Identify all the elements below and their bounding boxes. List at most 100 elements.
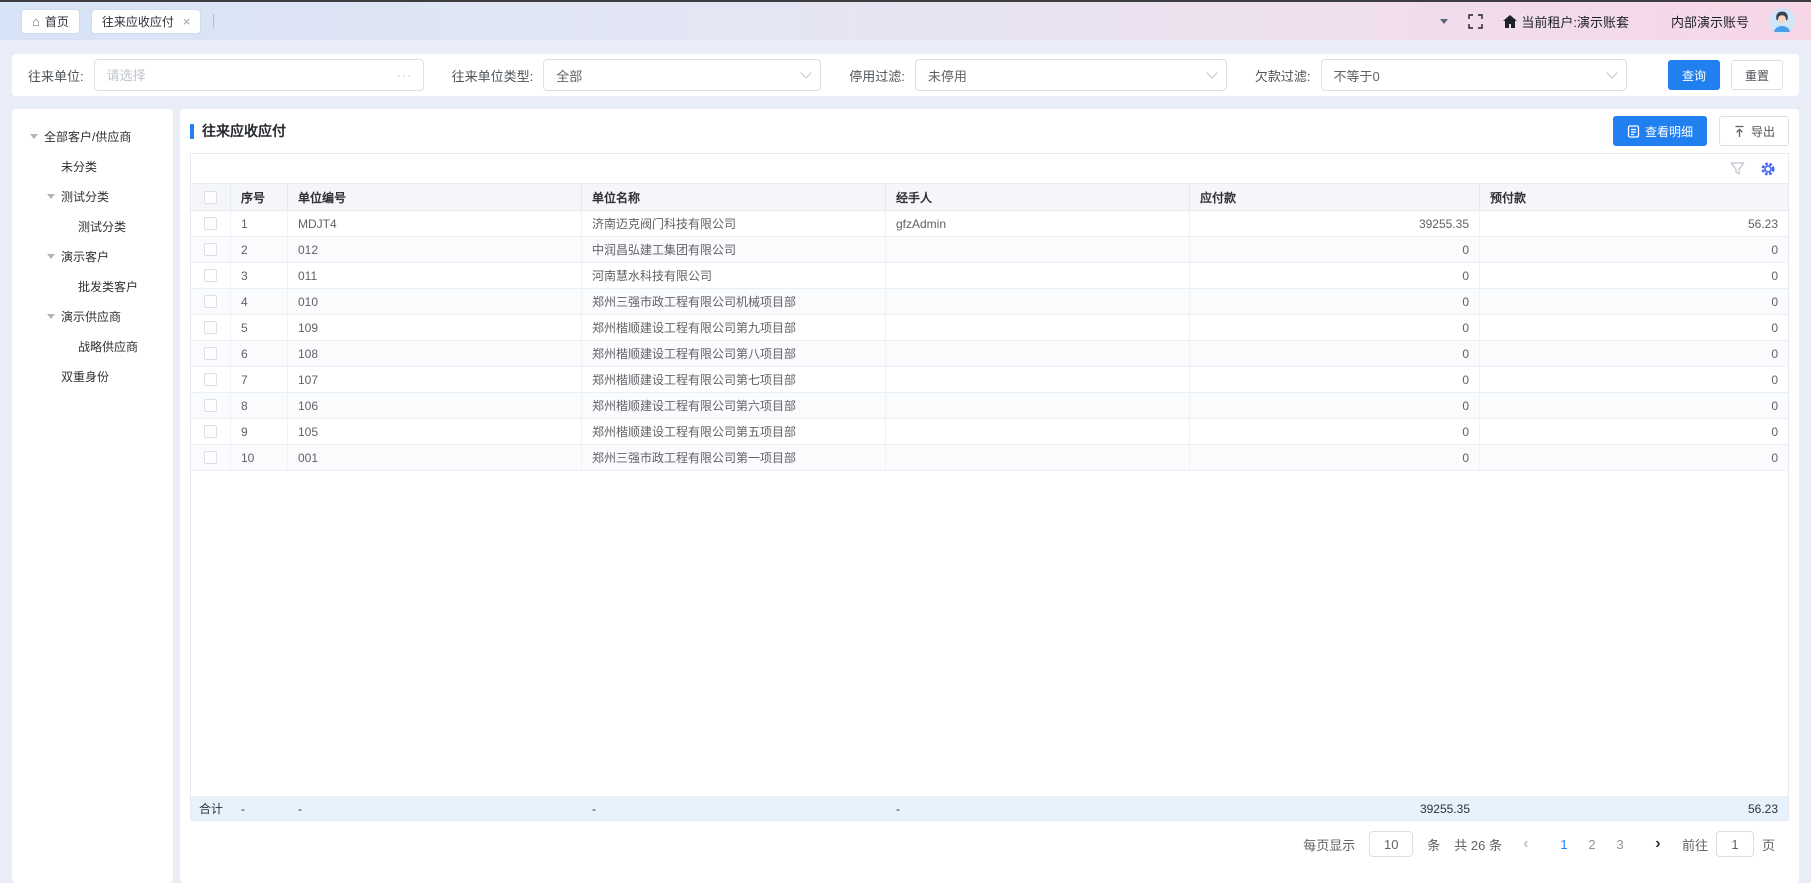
caret-down-icon[interactable] (30, 134, 38, 139)
per-page-input[interactable] (1369, 831, 1413, 857)
row-checkbox[interactable] (204, 347, 217, 360)
gear-icon[interactable] (1760, 161, 1776, 177)
table-row[interactable]: 6 108 郑州楷顺建设工程有限公司第八项目部 0 0 (191, 341, 1788, 367)
tree-item-label: 未分类 (61, 158, 97, 175)
row-code: MDJT4 (288, 211, 582, 236)
chevron-down-icon[interactable] (1440, 19, 1448, 24)
table-row[interactable]: 10 001 郑州三强市政工程有限公司第一项目部 0 0 (191, 445, 1788, 471)
caret-down-icon[interactable] (47, 254, 55, 259)
summary-row: 合计 - - - - 39255.35 56.23 (191, 796, 1788, 820)
row-name: 济南迈克阀门科技有限公司 (582, 211, 886, 236)
row-checkbox-cell (191, 445, 231, 470)
row-prepaid: 56.23 (1480, 211, 1788, 236)
current-tenant[interactable]: 当前租户:演示账套 (1503, 12, 1629, 31)
sidebar-tree-item[interactable]: 批发类客户 (12, 271, 173, 301)
row-prepaid: 0 (1480, 237, 1788, 262)
sidebar-tree-item[interactable]: 未分类 (12, 151, 173, 181)
row-checkbox-cell (191, 289, 231, 314)
table-row[interactable]: 4 010 郑州三强市政工程有限公司机械项目部 0 0 (191, 289, 1788, 315)
tab-current-receivable-payable[interactable]: 往来应收应付 × (92, 10, 201, 33)
summary-payable: 39255.35 (1190, 797, 1480, 820)
header-prepaid[interactable]: 预付款 (1480, 184, 1788, 210)
row-checkbox[interactable] (204, 373, 217, 386)
debt-filter-select[interactable]: 不等于0 (1321, 59, 1627, 91)
unit-select-input[interactable]: ··· (94, 59, 424, 91)
next-page-icon[interactable]: › (1648, 835, 1668, 853)
debt-filter-value: 不等于0 (1334, 66, 1380, 85)
disabled-filter-select[interactable]: 未停用 (915, 59, 1227, 91)
ellipsis-icon[interactable]: ··· (397, 68, 413, 83)
header-no[interactable]: 序号 (231, 184, 288, 210)
row-code: 105 (288, 419, 582, 444)
content-area: 往来单位: ··· 往来单位类型: 全部 停用过滤: 未停用 欠款过滤: 不等于… (0, 40, 1811, 883)
table-row[interactable]: 1 MDJT4 济南迈克阀门科技有限公司 gfzAdmin 39255.35 5… (191, 211, 1788, 237)
reset-button[interactable]: 重置 (1731, 60, 1783, 90)
tree-item-label: 演示供应商 (61, 308, 121, 325)
row-prepaid: 0 (1480, 367, 1788, 392)
header-handler[interactable]: 经手人 (886, 184, 1190, 210)
chevron-down-icon (1206, 67, 1217, 78)
caret-down-icon[interactable] (47, 314, 55, 319)
header-code[interactable]: 单位编号 (288, 184, 582, 210)
table-row[interactable]: 7 107 郑州楷顺建设工程有限公司第七项目部 0 0 (191, 367, 1788, 393)
table-row[interactable]: 9 105 郑州楷顺建设工程有限公司第五项目部 0 0 (191, 419, 1788, 445)
row-checkbox[interactable] (204, 451, 217, 464)
export-button[interactable]: 导出 (1719, 116, 1789, 146)
table-row[interactable]: 8 106 郑州楷顺建设工程有限公司第六项目部 0 0 (191, 393, 1788, 419)
page-number-1[interactable]: 1 (1550, 837, 1578, 852)
table-body: 1 MDJT4 济南迈克阀门科技有限公司 gfzAdmin 39255.35 5… (191, 211, 1788, 471)
view-detail-button[interactable]: 查看明细 (1613, 116, 1707, 146)
tab-home[interactable]: ⌂ 首页 (22, 10, 79, 33)
page-number-3[interactable]: 3 (1606, 837, 1634, 852)
sidebar-tree-item[interactable]: 演示供应商 (12, 301, 173, 331)
row-name: 郑州楷顺建设工程有限公司第七项目部 (582, 367, 886, 392)
avatar[interactable] (1769, 8, 1795, 34)
row-checkbox[interactable] (204, 425, 217, 438)
unit-type-select[interactable]: 全部 (543, 59, 821, 91)
row-prepaid: 0 (1480, 289, 1788, 314)
table-row[interactable]: 5 109 郑州楷顺建设工程有限公司第九项目部 0 0 (191, 315, 1788, 341)
row-checkbox[interactable] (204, 217, 217, 230)
row-handler (886, 263, 1190, 288)
row-payable: 0 (1190, 237, 1480, 262)
select-all-checkbox[interactable] (204, 191, 217, 204)
summary-no: - (231, 797, 288, 820)
row-checkbox[interactable] (204, 243, 217, 256)
header-name[interactable]: 单位名称 (582, 184, 886, 210)
caret-down-icon[interactable] (47, 194, 55, 199)
row-checkbox[interactable] (204, 321, 217, 334)
prev-page-icon[interactable]: ‹ (1516, 835, 1536, 853)
close-icon[interactable]: × (183, 14, 191, 29)
row-no: 2 (231, 237, 288, 262)
unit-filter-label: 往来单位: (28, 66, 84, 85)
row-name: 郑州楷顺建设工程有限公司第六项目部 (582, 393, 886, 418)
home-icon: ⌂ (32, 15, 40, 28)
table-row[interactable]: 2 012 中润昌弘建工集团有限公司 0 0 (191, 237, 1788, 263)
account-name[interactable]: 内部演示账号 (1671, 12, 1749, 31)
page-numbers: 123 (1550, 837, 1634, 852)
row-handler (886, 341, 1190, 366)
sidebar-tree-item[interactable]: 战略供应商 (12, 331, 173, 361)
row-name: 中润昌弘建工集团有限公司 (582, 237, 886, 262)
row-checkbox[interactable] (204, 295, 217, 308)
fullscreen-icon[interactable] (1468, 14, 1483, 29)
sidebar-tree-item[interactable]: 演示客户 (12, 241, 173, 271)
summary-label: 合计 (191, 797, 231, 820)
row-checkbox[interactable] (204, 269, 217, 282)
filter-funnel-icon[interactable] (1730, 162, 1745, 176)
goto-page-input[interactable] (1716, 831, 1754, 857)
table-row[interactable]: 3 011 河南慧水科技有限公司 0 0 (191, 263, 1788, 289)
row-prepaid: 0 (1480, 419, 1788, 444)
search-button[interactable]: 查询 (1668, 60, 1720, 90)
sidebar-tree-item[interactable]: 测试分类 (12, 181, 173, 211)
header-payable[interactable]: 应付款 (1190, 184, 1480, 210)
sidebar-tree-item[interactable]: 双重身份 (12, 361, 173, 391)
page-number-2[interactable]: 2 (1578, 837, 1606, 852)
sidebar-tree-item[interactable]: 全部客户/供应商 (12, 121, 173, 151)
row-payable: 0 (1190, 263, 1480, 288)
sidebar-tree-item[interactable]: 测试分类 (12, 211, 173, 241)
row-checkbox-cell (191, 211, 231, 236)
unit-input[interactable] (107, 68, 397, 83)
row-checkbox[interactable] (204, 399, 217, 412)
row-no: 4 (231, 289, 288, 314)
